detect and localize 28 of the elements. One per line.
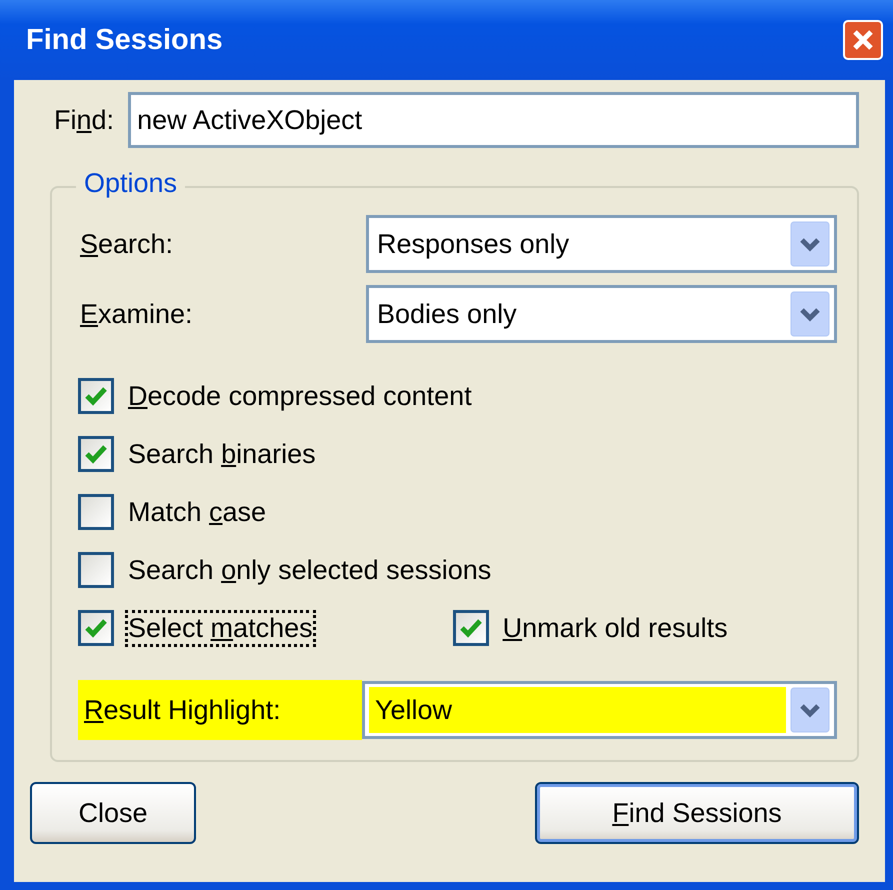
dropdown[interactable]: Bodies only <box>366 285 837 343</box>
checkmark-icon <box>85 386 107 406</box>
close-icon[interactable] <box>843 20 883 60</box>
checkbox-label[interactable]: Match case <box>128 496 266 528</box>
find-label: Find: <box>54 104 114 136</box>
highlight-dropdown[interactable]: Yellow <box>362 681 837 739</box>
checkbox-label[interactable]: Select matches <box>128 612 313 644</box>
checkbox[interactable] <box>78 494 114 530</box>
find-field[interactable]: new ActiveXObject <box>128 92 859 148</box>
checkbox[interactable] <box>78 378 114 414</box>
checkmark-icon <box>460 618 482 638</box>
checkbox[interactable] <box>78 436 114 472</box>
checkbox-label[interactable]: Decode compressed content <box>128 380 472 412</box>
highlight-label: Result Highlight: <box>78 680 362 740</box>
close-button[interactable]: Close <box>30 782 196 844</box>
checkmark-icon <box>85 444 107 464</box>
find-sessions-button[interactable]: Find Sessions <box>535 782 859 844</box>
checkbox[interactable] <box>78 552 114 588</box>
checkbox[interactable] <box>78 610 114 646</box>
checkbox-label[interactable]: Unmark old results <box>502 612 728 644</box>
window-title: Find Sessions <box>26 24 223 56</box>
checkbox[interactable] <box>452 610 489 646</box>
checkbox-label[interactable]: Search only selected sessions <box>128 554 492 586</box>
dropdown[interactable]: Responses only <box>366 215 837 273</box>
checkbox-label[interactable]: Search binaries <box>128 438 316 470</box>
dropdown-label: Examine: <box>79 298 194 330</box>
dropdown-label: Search: <box>79 228 174 260</box>
checkmark-icon <box>85 618 107 638</box>
